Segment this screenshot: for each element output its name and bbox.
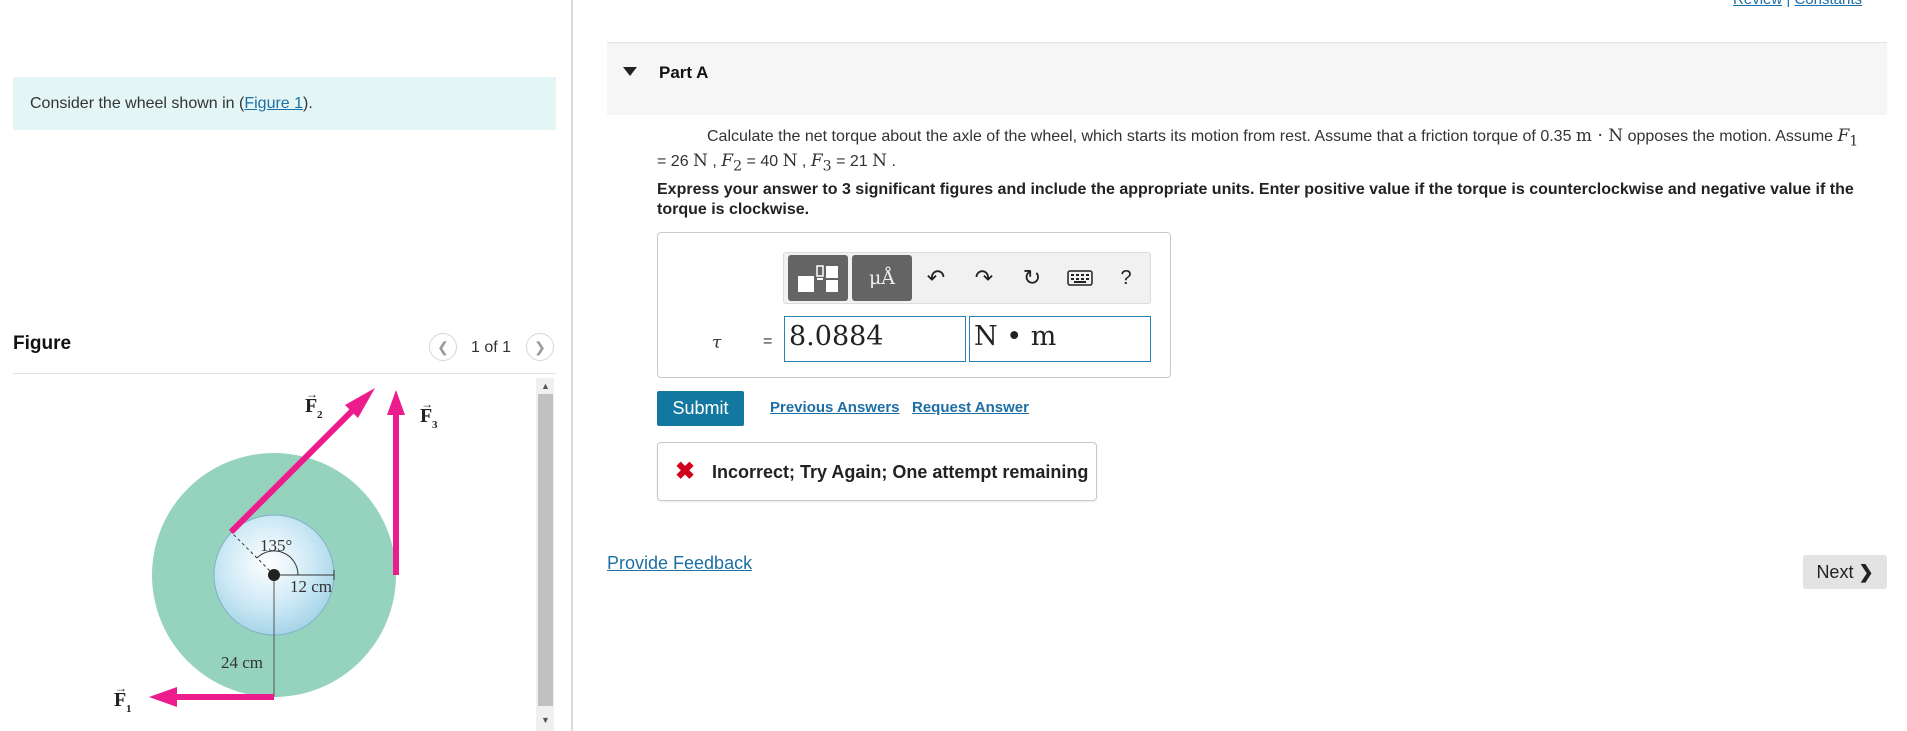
torque-variable: τ — [712, 333, 722, 353]
angle-label: 135° — [260, 536, 292, 555]
reset-button[interactable]: ↻ — [1012, 255, 1052, 301]
collapse-caret-icon[interactable] — [623, 67, 637, 76]
help-icon: ? — [1120, 266, 1132, 289]
svg-text:2: 2 — [317, 409, 323, 421]
scroll-up-icon[interactable]: ▲ — [538, 380, 553, 392]
keyboard-icon — [1067, 270, 1093, 286]
provide-feedback-link[interactable]: Provide Feedback — [607, 553, 752, 574]
request-answer-link[interactable]: Request Answer — [912, 399, 1029, 416]
part-title: Part A — [659, 63, 709, 82]
equals-sign: = — [763, 333, 773, 350]
figure-scrollbar-thumb[interactable] — [538, 394, 553, 706]
chevron-left-icon: ❮ — [437, 338, 449, 355]
f2-symbol: F — [721, 151, 734, 172]
f3-symbol: F — [810, 151, 823, 172]
figure-heading: Figure — [13, 333, 72, 354]
f2-label: F 2 → — [305, 387, 323, 421]
svg-text:→: → — [306, 387, 318, 401]
question-text-2: opposes the motion. Assume — [1627, 128, 1834, 145]
redo-icon: ↷ — [974, 265, 994, 290]
scroll-down-icon[interactable]: ▼ — [538, 714, 553, 726]
intro-prefix: Consider the wheel shown in ( — [30, 95, 245, 112]
f3-label: F 3 → — [420, 397, 438, 431]
next-label: Next — [1816, 561, 1854, 582]
templates-button[interactable] — [788, 255, 848, 301]
outer-radius-label: 24 cm — [221, 653, 263, 672]
units-input[interactable]: N • m — [969, 316, 1151, 362]
undo-button[interactable]: ↶ — [916, 255, 956, 301]
chevron-right-icon: ❯ — [1858, 561, 1874, 582]
pane-divider[interactable] — [571, 0, 573, 731]
inner-radius-label: 12 cm — [290, 577, 332, 596]
figure-divider — [13, 373, 556, 374]
redo-button[interactable]: ↷ — [964, 255, 1004, 301]
keyboard-button[interactable] — [1060, 255, 1100, 301]
part-a-header[interactable]: Part A — [607, 42, 1887, 115]
feedback-text: Incorrect; Try Again; One attempt remain… — [712, 462, 1089, 482]
svg-text:→: → — [115, 681, 127, 695]
undo-icon: ↶ — [926, 265, 946, 290]
answer-instructions: Express your answer to 3 significant fig… — [657, 181, 1854, 218]
friction-units: m · N — [1575, 126, 1624, 146]
question-text-1: Calculate the net torque about the axle … — [707, 128, 1572, 145]
next-figure-button[interactable]: ❯ — [526, 333, 554, 361]
math-toolbar: μÅ ↶ ↷ ↻ ? — [783, 252, 1151, 304]
feedback-box: ✖ Incorrect; Try Again; One attempt rema… — [657, 442, 1097, 501]
top-links-separator: | — [1786, 0, 1790, 8]
incorrect-x-icon: ✖ — [675, 458, 696, 485]
next-button[interactable]: Next ❯ — [1803, 555, 1887, 589]
templates-icon — [798, 265, 838, 292]
f1-label: F 1 → — [114, 681, 132, 715]
units-label: μÅ — [868, 267, 896, 289]
force-3-arrowhead — [387, 390, 405, 415]
top-links: Review | Constants — [1733, 0, 1862, 8]
answer-box: μÅ ↶ ↷ ↻ ? τ = 8.0884 N • m — [657, 232, 1171, 378]
axle — [268, 569, 280, 581]
wheel-figure: 135° 12 cm 24 cm F 2 → F 3 → F 1 → — [114, 387, 438, 715]
reset-icon: ↻ — [1022, 265, 1042, 290]
constants-link[interactable]: Constants — [1794, 0, 1862, 8]
submit-button[interactable]: Submit — [657, 391, 744, 426]
intro-box: Consider the wheel shown in (Figure 1). — [13, 77, 556, 130]
previous-figure-button[interactable]: ❮ — [429, 333, 457, 361]
figure-pager-text: 1 of 1 — [471, 339, 512, 356]
force-1-arrowhead — [149, 687, 177, 707]
review-link[interactable]: Review — [1733, 0, 1782, 8]
intro-suffix: ). — [303, 95, 313, 112]
value-input[interactable]: 8.0884 — [784, 316, 966, 362]
help-button[interactable]: ? — [1106, 255, 1146, 301]
f1-symbol: F — [1837, 126, 1850, 146]
figure-1-link[interactable]: Figure 1 — [244, 95, 303, 112]
units-button[interactable]: μÅ — [852, 255, 912, 301]
svg-text:1: 1 — [126, 703, 132, 715]
svg-text:→: → — [421, 397, 433, 411]
left-pane: Consider the wheel shown in (Figure 1). … — [0, 0, 571, 731]
previous-answers-link[interactable]: Previous Answers — [770, 399, 900, 416]
question-text: Calculate the net torque about the axle … — [657, 126, 1859, 175]
svg-text:3: 3 — [432, 419, 438, 431]
chevron-right-icon: ❯ — [534, 338, 546, 355]
